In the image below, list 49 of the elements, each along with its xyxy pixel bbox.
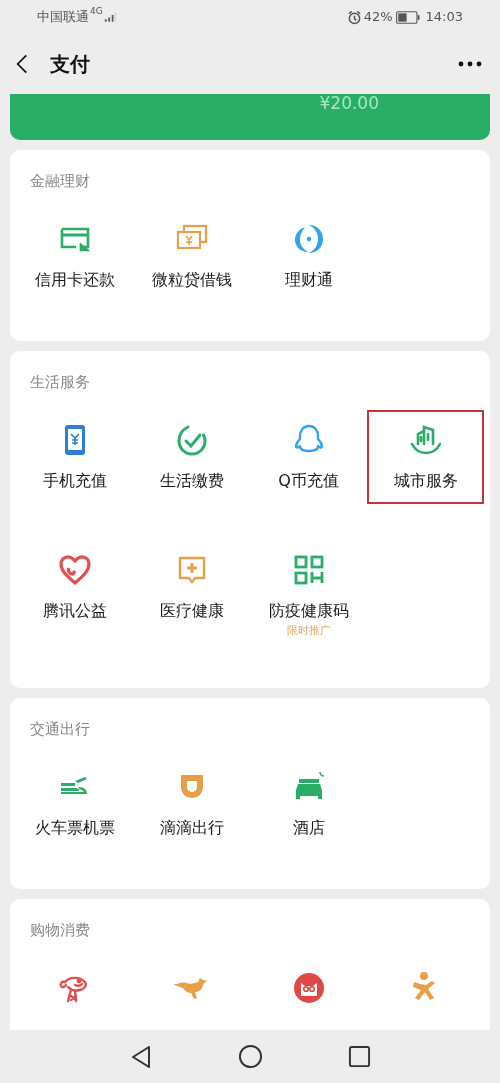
battery-percent: 42% — [363, 8, 393, 27]
service-label: 手机充值 — [42, 470, 107, 492]
home-nav-button[interactable] — [238, 1044, 263, 1069]
carrier-name: 中国联通 — [37, 8, 89, 27]
signal-icon — [103, 11, 116, 23]
section-title: 生活服务 — [30, 372, 91, 392]
promo-note: 限时推广 — [286, 624, 331, 638]
service-item[interactable]: 手机充值 — [16, 410, 133, 504]
service-item[interactable]: 生活缴费 — [133, 410, 250, 504]
recents-nav-button[interactable] — [348, 1045, 371, 1068]
highlight-frame[interactable]: 城市服务 — [367, 410, 484, 504]
section-title: 金融理财 — [30, 171, 91, 191]
service-label: 防疫健康码 — [268, 600, 349, 622]
service-item[interactable]: 信用卡还款 — [16, 209, 133, 303]
service-item[interactable]: Q币充值 — [250, 410, 367, 504]
service-label: 生活缴费 — [159, 470, 224, 492]
network-type: 4G — [90, 7, 103, 16]
service-label: 滴滴出行 — [159, 817, 224, 839]
section-title: 购物消费 — [30, 920, 91, 940]
service-item[interactable]: 腾讯公益 — [16, 540, 133, 650]
back-icon — [16, 53, 28, 75]
service-item[interactable]: 理财通 — [250, 209, 367, 303]
clock-time: 14:03 — [425, 8, 463, 27]
service-label: 城市服务 — [393, 470, 458, 492]
back-nav-button[interactable] — [129, 1044, 153, 1069]
service-item[interactable]: 医疗健康 — [133, 540, 250, 650]
service-label: 腾讯公益 — [42, 600, 107, 622]
service-label: 火车票机票 — [34, 817, 115, 839]
balance-amount: ¥20.00 — [319, 94, 379, 115]
service-item[interactable]: 微粒贷借钱 — [133, 209, 250, 303]
page-title: 支付 — [50, 51, 90, 78]
service-label: 信用卡还款 — [34, 269, 115, 291]
service-label: Q币充值 — [278, 470, 339, 492]
service-label: 理财通 — [284, 269, 333, 291]
circle-icon — [238, 1044, 263, 1069]
heart-icon — [56, 552, 93, 588]
service-label: 医疗健康 — [159, 600, 224, 622]
service-label: 酒店 — [292, 817, 325, 839]
battery-icon — [395, 10, 420, 24]
alarm-icon — [346, 9, 362, 25]
service-item[interactable]: 酒店 — [250, 757, 367, 851]
service-item[interactable]: 防疫健康码 限时推广 — [250, 540, 367, 650]
more-icon — [458, 61, 482, 67]
service-item[interactable]: 火车票机票 — [16, 757, 133, 851]
triangle-icon — [129, 1044, 153, 1069]
square-icon — [348, 1045, 371, 1068]
service-item[interactable]: 滴滴出行 — [133, 757, 250, 851]
section-title: 交通出行 — [30, 719, 91, 739]
service-label: 微粒贷借钱 — [151, 269, 232, 291]
